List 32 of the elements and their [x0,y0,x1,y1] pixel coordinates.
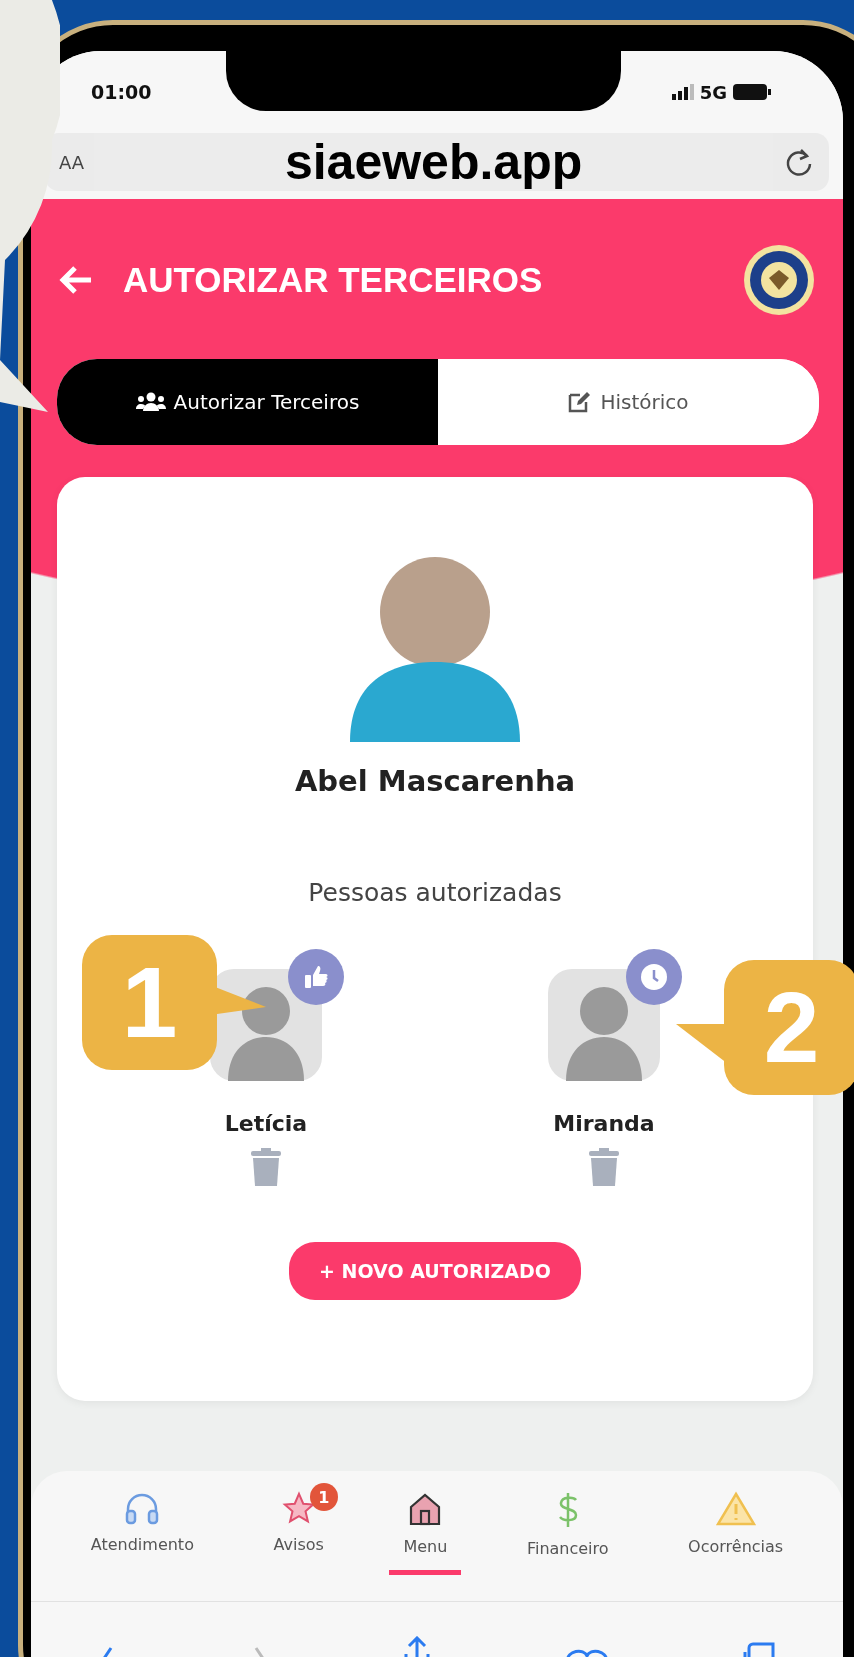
seal-icon [743,244,815,316]
notification-badge: 1 [309,1483,338,1511]
trash-icon[interactable] [587,1148,621,1186]
nav-item[interactable]: Atendimento [76,1483,208,1573]
edit-icon [568,391,593,413]
callout-number: 2 [724,960,854,1095]
headphones-icon [124,1491,161,1525]
nav-item[interactable]: Ocorrências [674,1483,798,1575]
network-indicator: 5G [671,81,771,103]
battery-icon [733,83,771,101]
tab[interactable]: Autorizar Terceiros [57,359,438,445]
nav-item[interactable]: Menu [389,1483,462,1575]
text-size-button[interactable]: AA [59,151,85,173]
person-name: Miranda [553,1111,655,1136]
trash-icon[interactable] [249,1148,283,1186]
signal-icon [671,84,694,100]
warning-icon [715,1491,756,1527]
status-time: 01:00 [91,81,152,103]
section-title: Pessoas autorizadas [308,878,562,907]
person-name: Letícia [224,1111,308,1136]
tabs-icon[interactable] [742,1642,777,1657]
add-authorized-button[interactable]: + NOVO AUTORIZADO [289,1242,581,1300]
address-bar[interactable]: AA siaeweb.app [45,133,829,191]
back-arrow-icon[interactable] [59,265,93,295]
page-title: AUTORIZAR TERCEIROS [123,260,544,300]
callout-number: 1 [82,935,217,1070]
clock-icon [639,962,669,992]
people-icon [135,392,166,412]
thumbs-up-icon [302,963,330,991]
nav-item[interactable]: Financeiro [512,1483,623,1577]
nav-item[interactable]: 1 Avisos [259,1483,338,1573]
student-name: Abel Mascarenha [294,764,576,798]
